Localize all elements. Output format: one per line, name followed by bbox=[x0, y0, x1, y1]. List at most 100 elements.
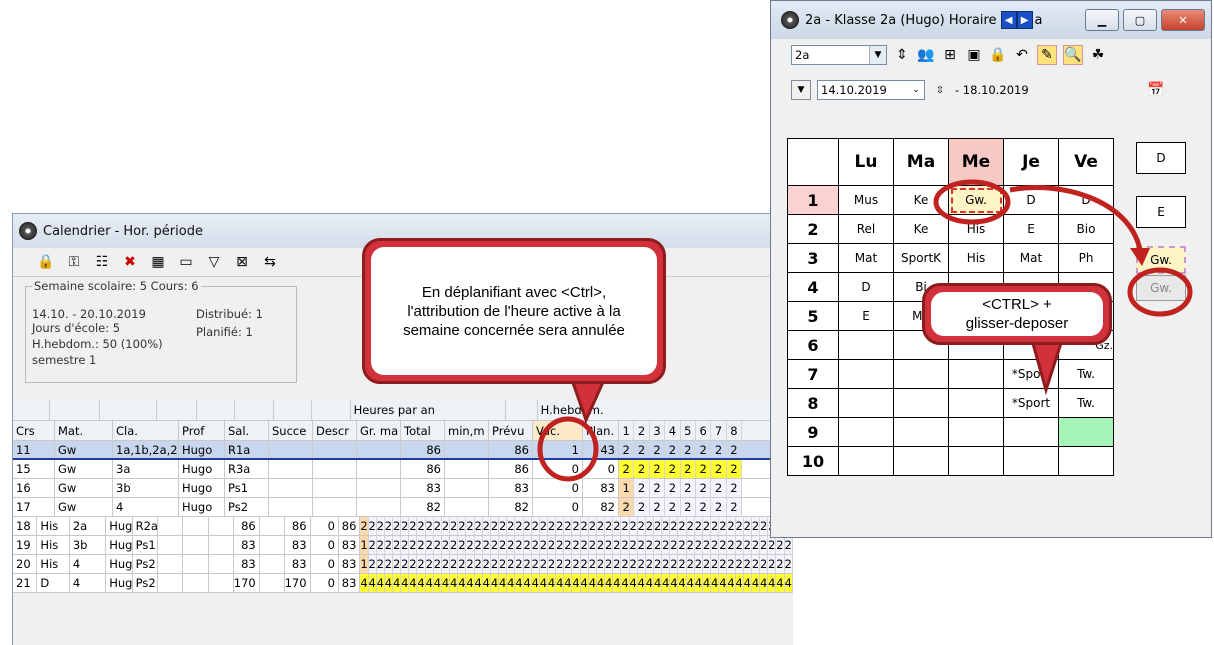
week-cell[interactable]: 4 bbox=[507, 574, 516, 592]
week-cell[interactable]: 4 bbox=[776, 574, 785, 592]
week-cell[interactable]: 2 bbox=[368, 536, 377, 554]
maximize-button[interactable]: ▢ bbox=[1123, 9, 1157, 31]
lesson-cell[interactable] bbox=[893, 417, 949, 447]
week-cell[interactable]: 4 bbox=[662, 574, 671, 592]
lesson-cell[interactable]: SportK bbox=[893, 243, 949, 273]
week-cell[interactable]: 2 bbox=[433, 555, 442, 573]
week-cell[interactable]: 2 bbox=[784, 555, 793, 573]
week-cell[interactable]: 2 bbox=[634, 479, 650, 497]
week-cell[interactable]: 4 bbox=[393, 574, 402, 592]
week-cell[interactable]: 4 bbox=[629, 574, 638, 592]
week-cell[interactable]: 2 bbox=[605, 536, 614, 554]
week-cell[interactable]: 2 bbox=[556, 536, 565, 554]
week-cell[interactable]: 2 bbox=[580, 536, 589, 554]
week-cell[interactable]: 2 bbox=[507, 536, 516, 554]
week-cell[interactable]: 2 bbox=[409, 555, 418, 573]
table-row[interactable]: 21D4HugoPs217017008344444444444444444444… bbox=[13, 574, 793, 593]
week-cell[interactable]: 4 bbox=[678, 574, 687, 592]
lesson-cell[interactable] bbox=[948, 446, 1004, 476]
week-number-header[interactable]: 7 bbox=[711, 421, 727, 440]
week-number-header[interactable]: 1 bbox=[619, 421, 635, 440]
week-cell[interactable]: 2 bbox=[634, 441, 650, 458]
week-cell[interactable]: 4 bbox=[613, 574, 622, 592]
week-cell[interactable]: 2 bbox=[425, 517, 434, 535]
lesson-cell[interactable]: Rel bbox=[838, 214, 894, 244]
lesson-cell[interactable]: Mat bbox=[1003, 243, 1059, 273]
week-cell[interactable]: 2 bbox=[401, 555, 410, 573]
week-cell[interactable]: 4 bbox=[433, 574, 442, 592]
save-icon[interactable]: ▣ bbox=[965, 46, 983, 64]
week-cell[interactable]: 2 bbox=[605, 517, 614, 535]
lesson-cell[interactable] bbox=[1058, 417, 1114, 447]
undo-icon[interactable]: ↶ bbox=[1013, 46, 1031, 64]
column-header[interactable]: Descr bbox=[313, 421, 357, 440]
week-cell[interactable]: 2 bbox=[711, 441, 727, 458]
week-cell[interactable]: 2 bbox=[613, 536, 622, 554]
week-cell[interactable]: 2 bbox=[649, 479, 666, 497]
week-cell[interactable]: 4 bbox=[621, 574, 630, 592]
week-cell[interactable]: 2 bbox=[564, 555, 573, 573]
week-cell[interactable]: 4 bbox=[719, 574, 728, 592]
week-cell[interactable]: 2 bbox=[751, 517, 761, 535]
lesson-cell[interactable]: *Sport bbox=[1003, 359, 1059, 389]
week-cell[interactable]: 2 bbox=[368, 555, 377, 573]
chevron-down-icon[interactable]: ▼ bbox=[869, 46, 886, 64]
close-button[interactable]: ✕ bbox=[1161, 9, 1205, 31]
week-cell[interactable]: 2 bbox=[531, 536, 540, 554]
week-cell[interactable]: 2 bbox=[441, 536, 451, 554]
week-cell[interactable]: 4 bbox=[572, 574, 581, 592]
week-cell[interactable]: 2 bbox=[637, 517, 646, 535]
week-cell[interactable]: 2 bbox=[474, 555, 483, 573]
side-cell-e[interactable]: E bbox=[1136, 196, 1186, 228]
week-cell[interactable]: 2 bbox=[417, 555, 426, 573]
timetable-titlebar[interactable]: 2a - Klasse 2a (Hugo) Horaire ◀ ▶ a ▁ ▢ … bbox=[771, 1, 1211, 39]
week-cell[interactable]: 2 bbox=[580, 517, 589, 535]
week-cell[interactable]: 2 bbox=[727, 555, 736, 573]
week-cell[interactable]: 1 bbox=[619, 479, 635, 497]
week-cell[interactable]: 4 bbox=[523, 574, 532, 592]
week-cell[interactable]: 4 bbox=[605, 574, 614, 592]
column-header[interactable]: Succe bbox=[269, 421, 313, 440]
class-select[interactable]: 2a ▼ bbox=[791, 45, 887, 65]
week-cell[interactable]: 2 bbox=[678, 555, 687, 573]
week-cell[interactable]: 2 bbox=[776, 555, 785, 573]
week-cell[interactable]: 4 bbox=[466, 574, 475, 592]
week-cell[interactable]: 4 bbox=[482, 574, 491, 592]
week-cell[interactable]: 2 bbox=[539, 517, 548, 535]
week-cell[interactable]: 2 bbox=[662, 517, 671, 535]
week-cell[interactable]: 2 bbox=[450, 517, 459, 535]
week-cell[interactable]: 2 bbox=[499, 517, 508, 535]
column-header[interactable]: Crs bbox=[13, 421, 55, 440]
lesson-cell[interactable] bbox=[893, 359, 949, 389]
week-cell[interactable]: 2 bbox=[727, 536, 736, 554]
lesson-cell[interactable]: *Sport bbox=[1003, 388, 1059, 418]
week-cell[interactable]: 2 bbox=[596, 555, 606, 573]
column-header[interactable]: min,m bbox=[445, 421, 489, 440]
week-cell[interactable]: 4 bbox=[539, 574, 548, 592]
week-cell[interactable]: 4 bbox=[580, 574, 589, 592]
week-cell[interactable]: 2 bbox=[621, 517, 630, 535]
week-cell[interactable]: 2 bbox=[401, 536, 410, 554]
week-cell[interactable]: 2 bbox=[531, 555, 540, 573]
week-cell[interactable]: 2 bbox=[629, 536, 638, 554]
week-cell[interactable]: 2 bbox=[556, 555, 565, 573]
lesson-cell[interactable] bbox=[1003, 417, 1059, 447]
week-cell[interactable]: 2 bbox=[776, 536, 785, 554]
lesson-cell[interactable] bbox=[838, 388, 894, 418]
week-cell[interactable]: 4 bbox=[547, 574, 557, 592]
week-cell[interactable]: 2 bbox=[686, 536, 695, 554]
lesson-cell[interactable]: Bio bbox=[1058, 214, 1114, 244]
week-cell[interactable]: 2 bbox=[564, 517, 573, 535]
week-cell[interactable]: 2 bbox=[515, 536, 524, 554]
week-cell[interactable]: 2 bbox=[515, 517, 524, 535]
week-cell[interactable]: 2 bbox=[695, 498, 712, 516]
week-cell[interactable]: 2 bbox=[621, 555, 630, 573]
week-cell[interactable]: 2 bbox=[507, 517, 516, 535]
table-row[interactable]: 19His3bHugoPs183830831222222222222222222… bbox=[13, 536, 793, 555]
week-cell[interactable]: 2 bbox=[629, 517, 638, 535]
week-cell[interactable]: 2 bbox=[376, 517, 385, 535]
week-cell[interactable]: 2 bbox=[409, 517, 418, 535]
lesson-cell[interactable]: Ke bbox=[893, 214, 949, 244]
week-cell[interactable]: 2 bbox=[441, 555, 451, 573]
week-cell[interactable]: 4 bbox=[596, 574, 606, 592]
